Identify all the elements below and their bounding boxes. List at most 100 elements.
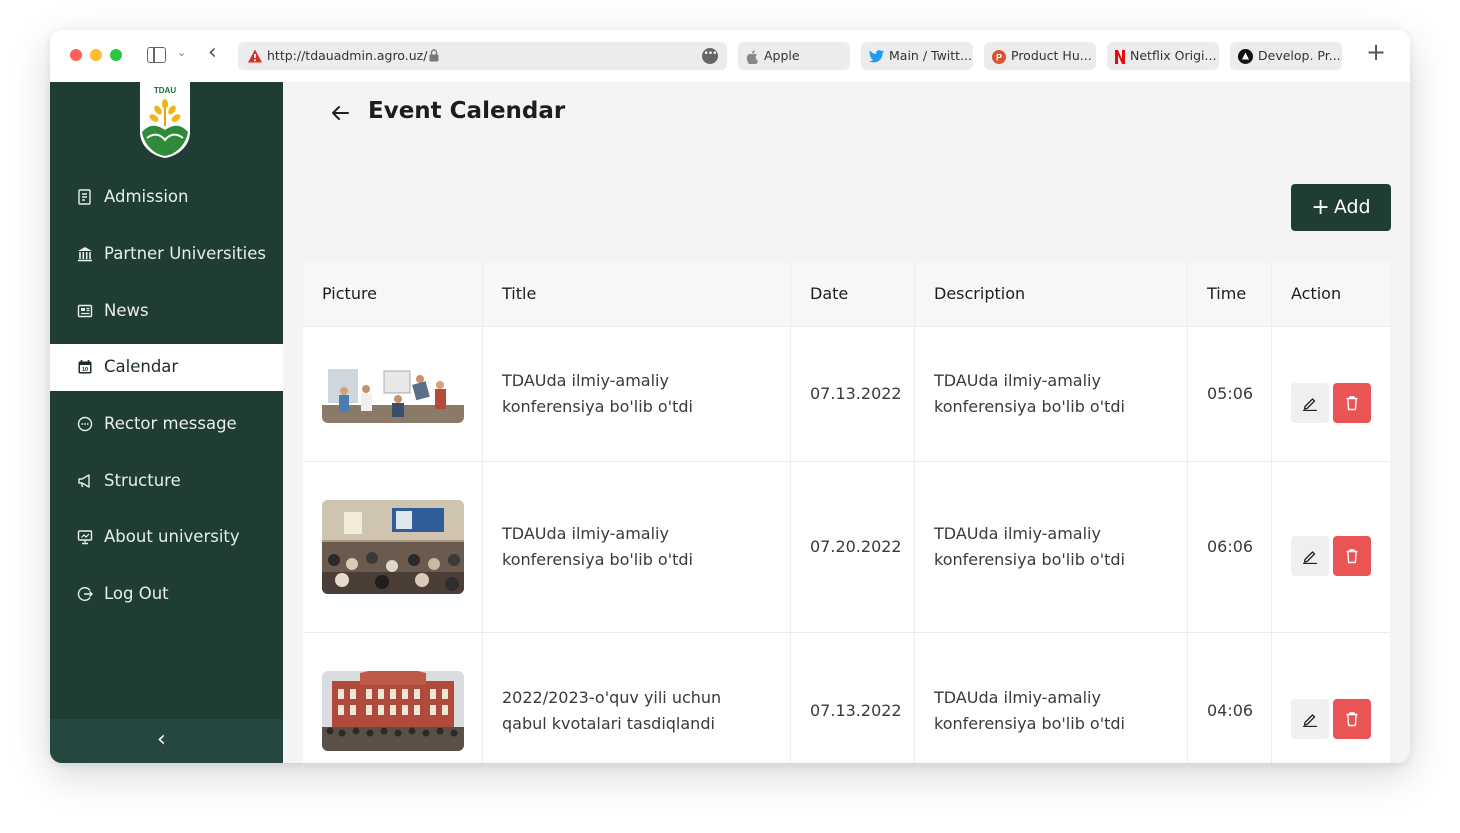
- date-cell: 07.13.2022: [791, 327, 915, 461]
- apple-icon: [746, 49, 758, 64]
- bookmark-develop[interactable]: Develop. Pr...: [1230, 42, 1342, 70]
- event-description: TDAUda ilmiy-amaliy konferensiya bo'lib …: [934, 524, 1125, 569]
- edit-button[interactable]: [1291, 699, 1329, 739]
- maximize-window-button[interactable]: [110, 49, 122, 61]
- event-thumbnail[interactable]: [322, 500, 464, 594]
- bank-icon: [78, 247, 92, 262]
- add-button-label: Add: [1333, 196, 1371, 218]
- more-options-icon[interactable]: •••: [702, 48, 718, 64]
- table-header: Picture Title Date Description Time Acti…: [303, 262, 1390, 326]
- title-cell: TDAUda ilmiy-amaliy konferensiya bo'lib …: [483, 462, 791, 632]
- bookmark-label: Develop. Pr...: [1258, 48, 1341, 63]
- event-description: TDAUda ilmiy-amaliy konferensiya bo'lib …: [934, 371, 1125, 416]
- bookmark-product-hunt[interactable]: P Product Hu...: [984, 42, 1096, 70]
- tdau-logo: TDAU: [140, 82, 190, 158]
- bookmark-twitter[interactable]: Main / Twitt...: [861, 42, 973, 70]
- column-header-title[interactable]: Title: [483, 262, 791, 326]
- address-bar[interactable]: http://tdauadmin.agro.uz/ •••: [238, 42, 727, 70]
- sidebar-item-label: News: [104, 301, 149, 320]
- delete-button[interactable]: [1333, 699, 1371, 739]
- chevron-down-icon[interactable]: ⌄: [177, 46, 186, 59]
- minimize-window-button[interactable]: [90, 49, 102, 61]
- sidebar-item-calendar[interactable]: 10 Calendar: [50, 344, 283, 391]
- picture-cell: [303, 633, 483, 763]
- product-hunt-icon: P: [992, 49, 1006, 64]
- message-icon: [77, 416, 93, 432]
- main-content: Event Calendar + Add Picture Title Date D…: [283, 82, 1410, 763]
- edit-button[interactable]: [1291, 536, 1329, 576]
- sidebar-item-label: Admission: [104, 187, 189, 206]
- add-event-button[interactable]: + Add: [1291, 184, 1391, 231]
- event-time: 04:06: [1207, 701, 1254, 720]
- admission-icon: [78, 189, 91, 205]
- sidebar-item-label: Calendar: [104, 357, 179, 376]
- column-header-date[interactable]: Date: [791, 262, 915, 326]
- sidebar-item-label: Rector message: [104, 414, 237, 433]
- megaphone-icon: [78, 474, 90, 488]
- picture-cell: [303, 327, 483, 461]
- date-cell: 07.20.2022: [791, 462, 915, 632]
- bookmark-label: Product Hu...: [1011, 48, 1092, 63]
- trash-icon: [1346, 712, 1358, 727]
- page-title: Event Calendar: [368, 98, 566, 124]
- calendar-icon: 10: [78, 360, 92, 374]
- picture-cell: [303, 462, 483, 632]
- date-cell: 07.13.2022: [791, 633, 915, 763]
- pencil-icon: [1303, 551, 1317, 564]
- delete-button[interactable]: [1333, 383, 1371, 423]
- sidebar-item-news[interactable]: News: [50, 288, 283, 335]
- back-arrow-icon[interactable]: [330, 103, 350, 123]
- browser-window: ⌄ ‹ http://tdauadmin.agro.uz/ ••• Apple …: [50, 30, 1410, 763]
- event-thumbnail[interactable]: [322, 671, 464, 751]
- delete-button[interactable]: [1333, 536, 1371, 576]
- develop-icon: [1238, 49, 1253, 64]
- url-text: http://tdauadmin.agro.uz/: [267, 48, 428, 63]
- trash-icon: [1346, 396, 1358, 411]
- new-tab-button[interactable]: +: [1366, 40, 1386, 64]
- event-thumbnail[interactable]: [322, 365, 464, 423]
- svg-text:TDAU: TDAU: [154, 86, 176, 95]
- event-date: 07.13.2022: [810, 384, 902, 403]
- svg-text:P: P: [996, 52, 1002, 62]
- sidebar-item-structure[interactable]: Structure: [50, 458, 283, 505]
- table-row: TDAUda ilmiy-amaliy konferensiya bo'lib …: [303, 461, 1390, 632]
- column-header-description[interactable]: Description: [915, 262, 1188, 326]
- sidebar-item-admission[interactable]: Admission: [50, 174, 283, 221]
- action-cell: [1272, 633, 1390, 763]
- time-cell: 06:06: [1188, 462, 1272, 632]
- browser-back-button[interactable]: ‹: [208, 42, 217, 64]
- description-cell: TDAUda ilmiy-amaliy konferensiya bo'lib …: [915, 633, 1188, 763]
- sidebar-toggle-icon[interactable]: [147, 47, 166, 63]
- column-header-picture[interactable]: Picture: [303, 262, 483, 326]
- bookmark-apple[interactable]: Apple: [738, 42, 850, 70]
- event-time: 06:06: [1207, 537, 1254, 556]
- column-header-time[interactable]: Time: [1188, 262, 1272, 326]
- sidebar-item-label: Log Out: [104, 584, 169, 603]
- sidebar-item-partner-universities[interactable]: Partner Universities: [50, 231, 283, 278]
- trash-icon: [1346, 549, 1358, 564]
- sidebar-item-log-out[interactable]: Log Out: [50, 571, 283, 618]
- bookmark-label: Apple: [764, 48, 800, 63]
- sidebar-item-label: Structure: [104, 471, 181, 490]
- events-table: Picture Title Date Description Time Acti…: [303, 262, 1390, 763]
- description-cell: TDAUda ilmiy-amaliy konferensiya bo'lib …: [915, 462, 1188, 632]
- event-title: 2022/2023-o'quv yili uchun qabul kvotala…: [502, 688, 722, 733]
- bookmark-label: Main / Twitt...: [889, 48, 972, 63]
- close-window-button[interactable]: [70, 49, 82, 61]
- sidebar: TDAU Admission Partner Universities News…: [50, 82, 283, 763]
- column-header-action: Action: [1291, 284, 1342, 303]
- collapse-sidebar-button[interactable]: ‹: [50, 719, 283, 763]
- netflix-icon: [1115, 49, 1125, 64]
- pencil-icon: [1303, 398, 1317, 411]
- twitter-icon: [869, 50, 884, 63]
- bookmark-netflix[interactable]: Netflix Origi...: [1107, 42, 1219, 70]
- svg-text:10: 10: [82, 367, 88, 373]
- browser-toolbar: ⌄ ‹ http://tdauadmin.agro.uz/ ••• Apple …: [50, 30, 1410, 82]
- sidebar-item-rector-message[interactable]: Rector message: [50, 401, 283, 448]
- title-cell: 2022/2023-o'quv yili uchun qabul kvotala…: [483, 633, 791, 763]
- table-row: TDAUda ilmiy-amaliy konferensiya bo'lib …: [303, 326, 1390, 461]
- event-title: TDAUda ilmiy-amaliy konferensiya bo'lib …: [502, 371, 693, 416]
- sidebar-item-about-university[interactable]: About university: [50, 514, 283, 561]
- event-date: 07.13.2022: [810, 701, 902, 720]
- edit-button[interactable]: [1291, 383, 1329, 423]
